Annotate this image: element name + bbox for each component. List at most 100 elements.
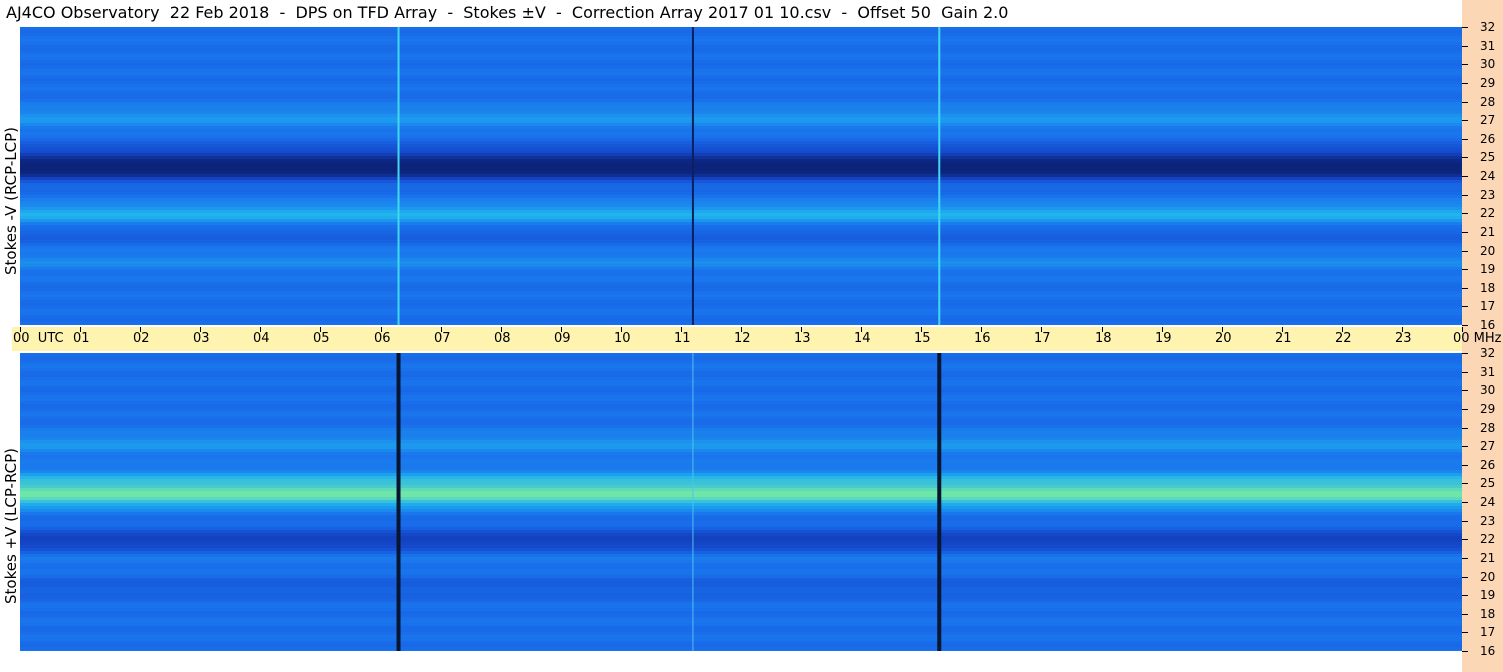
heatmap-row — [20, 491, 1462, 494]
time-tick-label: 19 — [1155, 331, 1172, 346]
heatmap-row — [20, 524, 1462, 527]
freq-tick-label: 24 — [1480, 495, 1496, 509]
heatmap-row — [20, 407, 1462, 410]
heatmap-row — [20, 309, 1462, 312]
heatmap-row — [20, 45, 1462, 48]
heatmap-row — [20, 365, 1462, 368]
heatmap-row — [20, 395, 1462, 398]
heatmap-row — [20, 464, 1462, 467]
time-tick-label: 23 — [1395, 331, 1412, 346]
heatmap-row — [20, 527, 1462, 530]
heatmap-row — [20, 392, 1462, 395]
vertical-line — [937, 353, 942, 651]
heatmap-row — [20, 404, 1462, 407]
heatmap-row — [20, 129, 1462, 132]
heatmap-row — [20, 506, 1462, 509]
freq-tick-label: 21 — [1480, 225, 1496, 239]
heatmap-row — [20, 324, 1462, 325]
chart-title: AJ4CO Observatory 22 Feb 2018 - DPS on T… — [6, 3, 1009, 22]
time-tick-label: 18 — [1095, 331, 1112, 346]
heatmap-row — [20, 452, 1462, 455]
heatmap-row — [20, 159, 1462, 162]
heatmap-row — [20, 36, 1462, 39]
freq-tick — [1462, 390, 1468, 391]
heatmap-row — [20, 195, 1462, 198]
heatmap-row — [20, 246, 1462, 249]
heatmap-row — [20, 359, 1462, 362]
heatmap-row — [20, 551, 1462, 554]
time-tick-label: 17 — [1034, 331, 1051, 346]
time-tick-label: 07 — [434, 331, 451, 346]
freq-tick — [1462, 502, 1468, 503]
freq-tick — [1462, 83, 1468, 84]
heatmap-row — [20, 560, 1462, 563]
heatmap-row — [20, 443, 1462, 446]
heatmap-row — [20, 629, 1462, 632]
heatmap-row — [20, 545, 1462, 548]
heatmap-row — [20, 581, 1462, 584]
freq-tick-label: 22 — [1480, 206, 1496, 220]
heatmap-row — [20, 228, 1462, 231]
heatmap-row — [20, 282, 1462, 285]
heatmap-row — [20, 446, 1462, 449]
heatmap-row — [20, 123, 1462, 126]
heatmap-row — [20, 509, 1462, 512]
heatmap-row — [20, 398, 1462, 401]
heatmap-row — [20, 623, 1462, 626]
vertical-line — [691, 27, 694, 325]
heatmap-row — [20, 66, 1462, 69]
heatmap-row — [20, 626, 1462, 629]
heatmap-row — [20, 500, 1462, 503]
heatmap-row — [20, 467, 1462, 470]
heatmap-row — [20, 356, 1462, 359]
heatmap-row — [20, 494, 1462, 497]
freq-tick — [1462, 409, 1468, 410]
vertical-line — [692, 353, 694, 651]
heatmap-row — [20, 374, 1462, 377]
heatmap-row — [20, 593, 1462, 596]
heatmap-row — [20, 249, 1462, 252]
heatmap-row — [20, 186, 1462, 189]
heatmap-row — [20, 189, 1462, 192]
time-tick-label: 22 — [1335, 331, 1352, 346]
heatmap-row — [20, 87, 1462, 90]
heatmap-row — [20, 231, 1462, 234]
heatmap-row — [20, 288, 1462, 291]
time-tick-label: 16 — [974, 331, 991, 346]
heatmap-row — [20, 437, 1462, 440]
heatmap-row — [20, 542, 1462, 545]
heatmap-row — [20, 258, 1462, 261]
heatmap-row — [20, 132, 1462, 135]
heatmap-row — [20, 563, 1462, 566]
freq-tick — [1462, 269, 1468, 270]
freq-tick-label: 25 — [1480, 476, 1496, 490]
freq-tick-label: 16 — [1480, 644, 1496, 658]
heatmap-row — [20, 219, 1462, 222]
heatmap-row — [20, 192, 1462, 195]
heatmap-row — [20, 156, 1462, 159]
heatmap-row — [20, 201, 1462, 204]
freq-tick — [1462, 46, 1468, 47]
freq-tick-label: 30 — [1480, 57, 1496, 71]
heatmap-row — [20, 461, 1462, 464]
heatmap-row — [20, 557, 1462, 560]
heatmap-row — [20, 315, 1462, 318]
time-tick-label: 09 — [554, 331, 571, 346]
freq-tick-label: 32 — [1480, 20, 1496, 34]
heatmap-row — [20, 207, 1462, 210]
heatmap-row — [20, 482, 1462, 485]
heatmap-row — [20, 69, 1462, 72]
heatmap-row — [20, 294, 1462, 297]
heatmap-row — [20, 353, 1462, 356]
heatmap-row — [20, 120, 1462, 123]
time-tick-label: 14 — [854, 331, 871, 346]
heatmap-row — [20, 162, 1462, 165]
heatmap-row — [20, 48, 1462, 51]
heatmap-row — [20, 587, 1462, 590]
heatmap-row — [20, 590, 1462, 593]
heatmap-row — [20, 78, 1462, 81]
heatmap-row — [20, 297, 1462, 300]
heatmap-row — [20, 276, 1462, 279]
heatmap-row — [20, 234, 1462, 237]
heatmap-row — [20, 479, 1462, 482]
